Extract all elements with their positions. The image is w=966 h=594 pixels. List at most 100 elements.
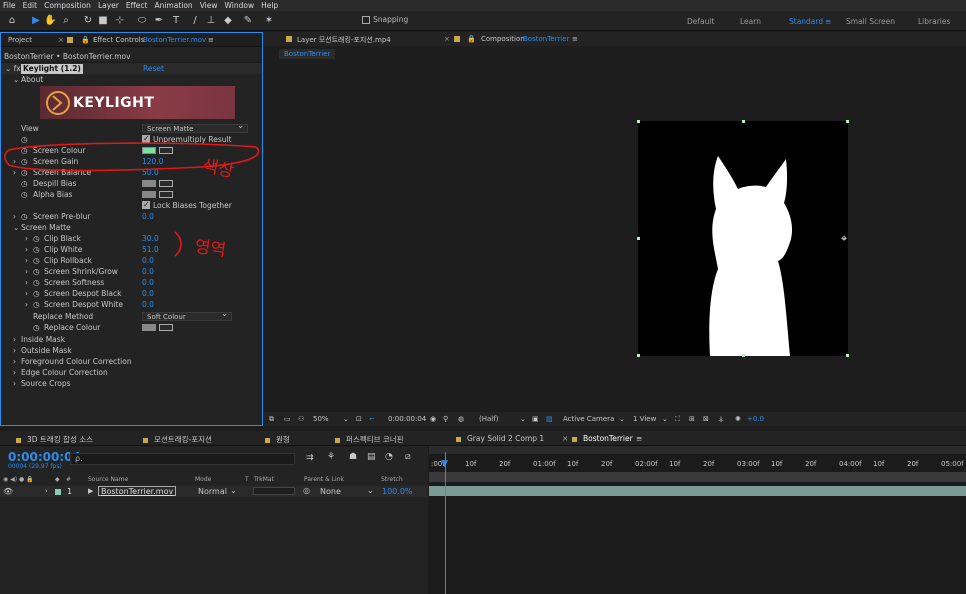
- stopwatch-icon[interactable]: ◷: [33, 266, 40, 277]
- replace-colour-swatch[interactable]: [142, 324, 156, 331]
- channel-icon[interactable]: ◍: [458, 415, 464, 423]
- selection-tool-icon[interactable]: ▶: [30, 14, 42, 27]
- views-dropdown[interactable]: 1 View: [633, 415, 656, 423]
- bounding-handle[interactable]: [637, 237, 640, 240]
- bounding-handle[interactable]: [637, 354, 640, 357]
- tab-timeline[interactable]: 원형: [265, 434, 290, 445]
- stopwatch-icon[interactable]: ◷: [33, 322, 40, 333]
- expand-icon[interactable]: ›: [45, 487, 48, 495]
- tab-effect-file[interactable]: BostonTerrier.mov: [143, 36, 206, 44]
- workspace-learn[interactable]: Learn: [740, 17, 761, 26]
- close-icon[interactable]: ×: [562, 434, 568, 443]
- tab-timeline[interactable]: 3D 트래킹 합성 소스: [16, 434, 93, 445]
- home-icon[interactable]: ⌂: [6, 14, 18, 27]
- renderer-icon[interactable]: ⛶: [675, 415, 680, 424]
- clone-stamp-icon[interactable]: ⊥: [205, 14, 217, 27]
- shrink-grow-value[interactable]: 0.0: [142, 266, 154, 277]
- workspace-standard[interactable]: Standard: [789, 17, 823, 26]
- tab-timeline[interactable]: 모션트래킹-포지션: [143, 434, 212, 445]
- resolution-dropdown[interactable]: (Half): [479, 415, 498, 423]
- tab-composition-label[interactable]: Composition: [481, 35, 525, 43]
- menu-help[interactable]: Help: [261, 1, 278, 10]
- composition-viewer[interactable]: ⌖: [264, 62, 966, 412]
- zoom-dropdown[interactable]: 50%: [313, 415, 329, 423]
- close-icon[interactable]: ×: [444, 35, 450, 43]
- pick-whip-icon[interactable]: ◎: [303, 486, 310, 495]
- fg-colour-correction-row[interactable]: › Foreground Colour Correction: [1, 356, 262, 367]
- workspace-small-screen[interactable]: Small Screen: [846, 17, 895, 26]
- chevron-down-icon[interactable]: ⌄: [619, 415, 625, 423]
- menu-effect[interactable]: Effect: [126, 1, 148, 10]
- screen-icon[interactable]: ▭: [284, 415, 291, 423]
- collapse-icon[interactable]: ⌄ fx: [5, 63, 21, 74]
- edge-colour-correction-row[interactable]: › Edge Colour Correction: [1, 367, 262, 378]
- col-trkmat[interactable]: TrkMat: [254, 476, 274, 483]
- menu-file[interactable]: File: [3, 1, 16, 10]
- chevron-down-icon[interactable]: ⌄: [662, 415, 668, 423]
- replace-method-dropdown[interactable]: Soft Colour: [142, 310, 232, 321]
- col-source-name[interactable]: Source Name: [88, 476, 128, 483]
- hand-tool-icon[interactable]: ✋: [44, 14, 56, 27]
- tab-timeline[interactable]: 퍼스펙티브 코너핀: [335, 434, 404, 445]
- parent-dropdown[interactable]: None: [320, 487, 341, 496]
- timeline-track-area[interactable]: :00f 10f 20f 01:00f 10f 20f 02:00f 10f 20f 03:00f…: [429, 446, 966, 594]
- panel-menu-icon[interactable]: ≡: [572, 35, 578, 43]
- work-area-bar[interactable]: [429, 446, 966, 454]
- viewer-timecode[interactable]: 0:00:00:04: [388, 415, 426, 423]
- snapshot-icon[interactable]: ◉: [430, 415, 436, 423]
- effect-header[interactable]: ⌄ fx Keylight (1.2) Reset: [1, 63, 262, 74]
- eyedropper-icon[interactable]: [159, 324, 173, 331]
- snapping-checkbox[interactable]: [362, 15, 370, 24]
- visibility-eye-icon[interactable]: 👁: [3, 487, 13, 496]
- lock-icon[interactable]: 🔒: [81, 36, 90, 44]
- chevron-down-icon[interactable]: ⌄: [367, 486, 374, 495]
- transparency-grid-icon[interactable]: ▣: [532, 415, 539, 423]
- anchor-point-icon[interactable]: ⌖: [841, 232, 847, 246]
- fit-icon[interactable]: ⊡: [356, 415, 362, 423]
- col-parent[interactable]: Parent & Link: [304, 476, 344, 483]
- despot-white-value[interactable]: 0.0: [142, 299, 154, 310]
- toggle-grid-icon[interactable]: ▨: [546, 415, 553, 423]
- panel-menu-icon[interactable]: ≡: [208, 36, 214, 44]
- col-stretch[interactable]: Stretch: [381, 476, 403, 483]
- workspace-libraries[interactable]: Libraries: [918, 17, 950, 26]
- trkmat-dropdown[interactable]: [253, 487, 295, 495]
- composition-mini-flowchart-icon[interactable]: ⇉: [306, 453, 314, 463]
- stopwatch-icon[interactable]: ◷: [33, 255, 40, 266]
- layer-search-input[interactable]: ρ.: [70, 453, 295, 465]
- bounding-handle[interactable]: [846, 120, 849, 123]
- exposure-icon[interactable]: ✺: [735, 415, 741, 423]
- bounding-handle[interactable]: [846, 354, 849, 357]
- layer-stretch-value[interactable]: 100.0%: [382, 487, 413, 496]
- playhead-handle-icon[interactable]: ▼: [441, 459, 448, 469]
- chevron-down-icon[interactable]: ⌄: [13, 74, 19, 85]
- close-icon[interactable]: ×: [58, 36, 64, 44]
- tab-effect-controls[interactable]: Effect Controls: [93, 36, 144, 44]
- roto-brush-icon[interactable]: ✎: [242, 14, 254, 27]
- clip-rollback-value[interactable]: 0.0: [142, 255, 154, 266]
- lock-icon[interactable]: 🔒: [467, 35, 476, 43]
- motion-blur-icon[interactable]: ◔: [385, 452, 393, 462]
- bounding-handle[interactable]: [637, 120, 640, 123]
- stopwatch-icon[interactable]: ◷: [21, 211, 28, 222]
- tab-timeline[interactable]: Gray Solid 2 Comp 1: [456, 434, 544, 443]
- shy-icon[interactable]: ☗: [349, 452, 357, 462]
- puppet-pin-icon[interactable]: ✶: [263, 14, 275, 27]
- frame-blending-icon[interactable]: ▤: [367, 452, 376, 462]
- pan-behind-tool-icon[interactable]: ⊹: [114, 14, 126, 27]
- tab-project[interactable]: Project: [8, 36, 32, 44]
- always-preview-icon[interactable]: ⧉: [269, 415, 274, 424]
- table-row[interactable]: 👁 › 1 ▶ BostonTerrier.mov Normal ⌄ ◎ Non…: [0, 486, 428, 497]
- menu-view[interactable]: View: [200, 1, 218, 10]
- chevron-down-icon[interactable]: ⌄: [520, 415, 526, 423]
- layer-name[interactable]: BostonTerrier.mov: [98, 486, 177, 496]
- ellipse-tool-icon[interactable]: ⬭: [136, 14, 148, 27]
- col-mode[interactable]: Mode: [195, 476, 211, 483]
- chevron-down-icon[interactable]: ⌄: [343, 415, 349, 423]
- 3d-icon[interactable]: ⊞: [689, 415, 695, 423]
- screen-matte-row[interactable]: ⌄ Screen Matte: [1, 222, 262, 233]
- workspace-default[interactable]: Default: [687, 17, 714, 26]
- outside-mask-row[interactable]: › Outside Mask: [1, 345, 262, 356]
- stopwatch-icon[interactable]: ◷: [33, 233, 40, 244]
- source-crops-row[interactable]: › Source Crops: [1, 378, 262, 389]
